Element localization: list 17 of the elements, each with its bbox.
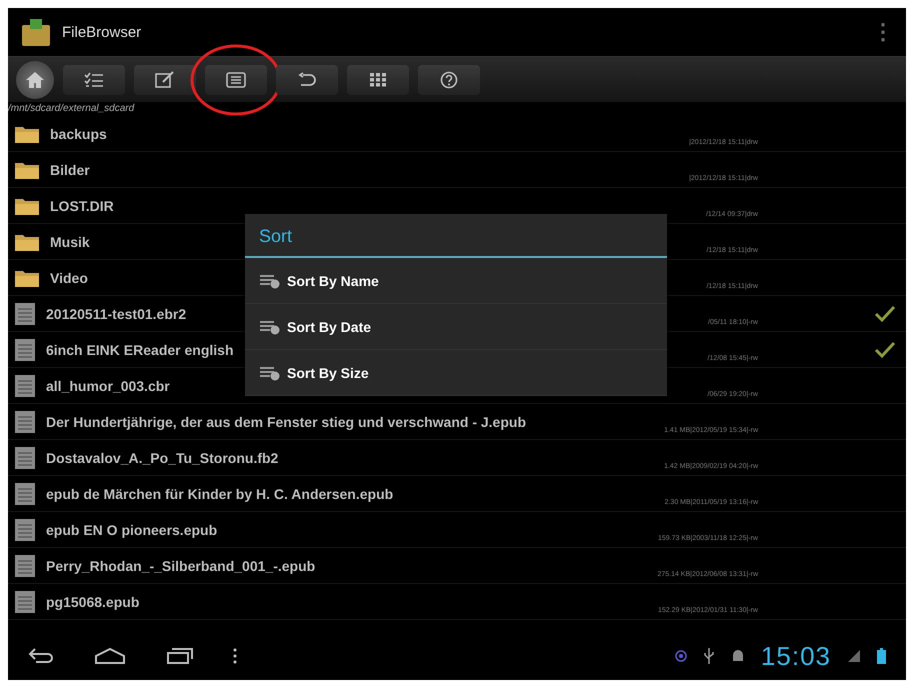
file-name: backups xyxy=(50,126,107,142)
file-name: 20120511-test01.ebr2 xyxy=(46,306,186,322)
file-name: Musik xyxy=(50,234,90,250)
file-name: 6inch EINK EReader english xyxy=(46,342,234,358)
file-name: epub de Märchen für Kinder by H. C. Andersen.epub xyxy=(46,486,394,502)
clock-time: 15:03 xyxy=(760,640,831,672)
file-name: epub EN O pioneers.epub xyxy=(46,522,218,538)
file-name: Dostavalov_A._Po_Tu_Storonu.fb2 xyxy=(46,450,278,466)
file-name: Der Hundertjährige, der aus dem Fenster stieg und verschwand - J.epub xyxy=(46,414,526,430)
file-name: Perry_Rhodan_-_Silberband_001_-.epub xyxy=(46,558,316,574)
file-name: pg15068.epub xyxy=(46,594,140,610)
file-name: LOST.DIR xyxy=(50,198,114,214)
dialog-title: Sort xyxy=(245,214,667,258)
file-name: Bilder xyxy=(50,162,90,178)
file-name: Video xyxy=(50,270,88,286)
file-name: all_humor_003.cbr xyxy=(46,378,170,394)
app-title: FileBrowser xyxy=(62,24,142,40)
